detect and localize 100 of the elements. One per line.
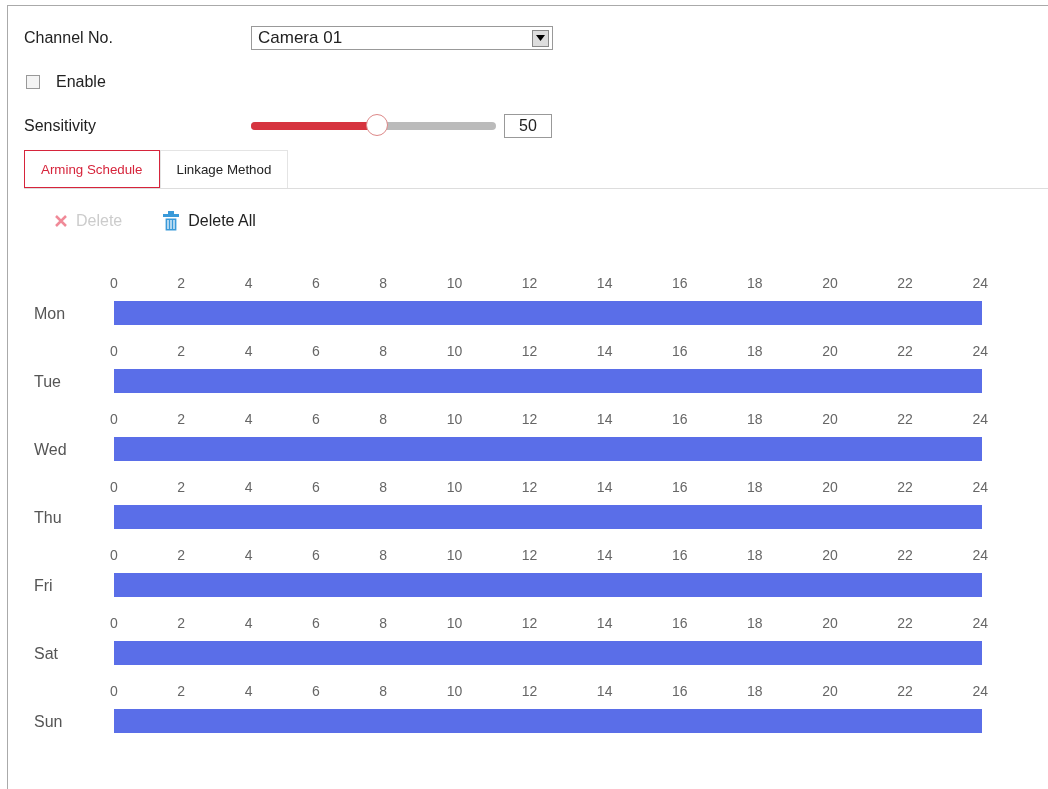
hour-label: 12 — [521, 411, 538, 429]
hour-label: 6 — [312, 275, 320, 293]
hour-label: 22 — [897, 343, 913, 361]
hour-label: 12 — [521, 683, 538, 701]
hour-label: 20 — [822, 411, 838, 429]
hour-label: 6 — [312, 343, 320, 361]
hour-label: 20 — [822, 683, 838, 701]
hour-label: 20 — [822, 343, 838, 361]
hour-label: 24 — [972, 547, 988, 565]
schedule-segment[interactable] — [114, 641, 982, 665]
hour-label: 14 — [596, 343, 613, 361]
hour-label: 10 — [446, 411, 463, 429]
hour-label: 2 — [177, 683, 186, 701]
hour-label: 14 — [596, 547, 613, 565]
hour-label: 22 — [897, 479, 913, 497]
hour-label: 10 — [446, 479, 463, 497]
day-label: Sat — [34, 645, 59, 663]
hour-label: 12 — [521, 343, 538, 361]
schedule-segment[interactable] — [114, 709, 982, 733]
hour-label: 8 — [379, 547, 388, 565]
slider-thumb[interactable] — [365, 114, 388, 136]
hour-label: 12 — [521, 479, 538, 497]
hour-label: 14 — [596, 615, 613, 633]
hour-label: 6 — [312, 547, 320, 565]
hour-label: 22 — [897, 615, 913, 633]
hour-label: 4 — [244, 615, 253, 633]
hour-label: 20 — [822, 275, 838, 293]
schedule-segment[interactable] — [114, 437, 982, 461]
channel-select[interactable]: Camera 01 — [251, 26, 553, 50]
hour-label: 18 — [747, 275, 763, 293]
hour-label: 16 — [671, 683, 688, 701]
hour-label: 12 — [521, 615, 538, 633]
hour-label: 8 — [379, 683, 388, 701]
enable-checkbox[interactable] — [26, 75, 40, 89]
hour-label: 22 — [897, 683, 913, 701]
day-label: Fri — [34, 577, 54, 595]
hour-label: 24 — [972, 479, 988, 497]
hour-label: 10 — [446, 343, 463, 361]
tab[interactable]: Arming Schedule — [24, 150, 160, 188]
hour-label: 8 — [379, 343, 388, 361]
hour-label: 12 — [521, 275, 538, 293]
hour-label: 6 — [312, 479, 320, 497]
hour-label: 16 — [671, 411, 688, 429]
hour-label: 20 — [822, 615, 838, 633]
hour-label: 2 — [177, 615, 186, 633]
hour-label: 4 — [244, 547, 253, 565]
dropdown-caret-icon[interactable] — [532, 29, 549, 47]
day-label: Wed — [34, 441, 68, 459]
hour-label: 4 — [244, 479, 253, 497]
hour-label: 0 — [110, 411, 118, 429]
hour-label: 2 — [177, 547, 186, 565]
hour-label: 0 — [110, 343, 118, 361]
delete-all-button[interactable]: Delete All — [162, 211, 256, 231]
hour-label: 24 — [972, 615, 988, 633]
schedule-segment[interactable] — [114, 505, 982, 529]
checkbox-label: Enable — [56, 73, 106, 91]
hour-label: 14 — [596, 683, 613, 701]
hour-label: 14 — [596, 479, 613, 497]
hour-label: 16 — [671, 343, 688, 361]
hour-label: 4 — [244, 275, 253, 293]
hour-label: 8 — [379, 615, 388, 633]
hour-label: 0 — [110, 683, 118, 701]
hour-label: 10 — [446, 683, 463, 701]
hour-label: 24 — [972, 275, 988, 293]
day-label: Sun — [34, 713, 64, 731]
hour-label: 2 — [177, 479, 186, 497]
day-label: Mon — [34, 305, 67, 323]
hour-label: 0 — [110, 615, 118, 633]
hour-label: 18 — [747, 411, 763, 429]
hour-label: 6 — [312, 683, 320, 701]
hour-label: 24 — [972, 411, 988, 429]
hour-label: 0 — [110, 275, 118, 293]
schedule-segment[interactable] — [114, 301, 982, 325]
hour-label: 20 — [822, 479, 838, 497]
hour-label: 18 — [747, 615, 763, 633]
schedule-segment[interactable] — [114, 369, 982, 393]
hour-label: 2 — [177, 411, 186, 429]
hour-label: 20 — [822, 547, 838, 565]
hour-label: 8 — [379, 479, 388, 497]
hour-label: 4 — [244, 411, 253, 429]
value-field[interactable]: 50 — [504, 114, 552, 138]
trash-icon — [162, 211, 181, 231]
hour-label: 4 — [244, 343, 253, 361]
hour-label: 18 — [747, 479, 763, 497]
hour-label: 0 — [110, 479, 118, 497]
hour-label: 18 — [747, 683, 763, 701]
hour-label: 8 — [379, 275, 388, 293]
hour-label: 24 — [972, 343, 988, 361]
hour-label: 8 — [379, 411, 388, 429]
field-label: Sensitivity — [24, 117, 98, 135]
hour-label: 6 — [312, 411, 320, 429]
hour-label: 22 — [897, 411, 913, 429]
schedule-segment[interactable] — [114, 573, 982, 597]
hour-label: 22 — [897, 547, 913, 565]
hour-label: 16 — [671, 615, 688, 633]
hour-label: 2 — [177, 343, 186, 361]
hour-label: 14 — [596, 275, 613, 293]
cross-icon — [54, 214, 68, 228]
hour-label: 10 — [446, 615, 463, 633]
tab[interactable]: Linkage Method — [159, 150, 289, 188]
